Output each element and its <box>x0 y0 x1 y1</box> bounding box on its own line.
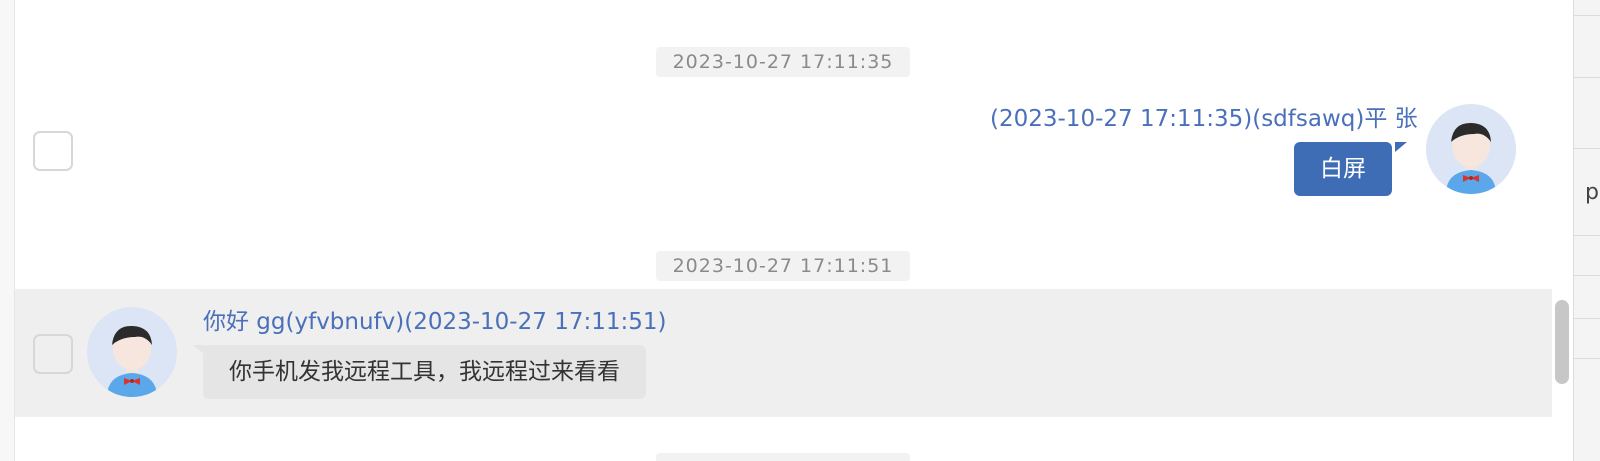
timestamp-divider-partial <box>656 453 910 461</box>
user-avatar-icon[interactable] <box>1426 104 1516 194</box>
message-header: 你好 gg(yfvbnufv)(2023-10-27 17:11:51) <box>203 309 667 335</box>
scrollbar-thumb[interactable] <box>1555 300 1569 384</box>
chat-window: 2023-10-27 17:11:35 (2023-10-27 17:11:35… <box>0 0 1600 461</box>
outgoing-message-bubble[interactable]: 白屏 <box>1294 142 1392 196</box>
divider <box>1574 235 1600 236</box>
adjacent-panel-edge: p <box>1573 0 1600 461</box>
clipped-text: p <box>1585 180 1599 205</box>
bubble-tail <box>1395 142 1407 152</box>
user-avatar-icon[interactable] <box>87 307 177 397</box>
incoming-message-bubble[interactable]: 你手机发我远程工具，我远程过来看看 <box>203 345 646 399</box>
bubble-tail <box>193 345 205 355</box>
divider <box>1574 148 1600 149</box>
divider <box>1574 275 1600 276</box>
message-header: (2023-10-27 17:11:35)(sdfsawq)平 张 <box>990 106 1418 132</box>
message-select-checkbox[interactable] <box>33 131 73 171</box>
divider <box>1574 77 1600 78</box>
divider <box>1574 358 1600 359</box>
divider <box>1574 15 1600 16</box>
message-select-checkbox[interactable] <box>33 334 73 374</box>
left-gutter <box>0 0 15 461</box>
timestamp-divider: 2023-10-27 17:11:35 <box>656 47 910 77</box>
timestamp-divider: 2023-10-27 17:11:51 <box>656 251 910 281</box>
divider <box>1574 318 1600 319</box>
